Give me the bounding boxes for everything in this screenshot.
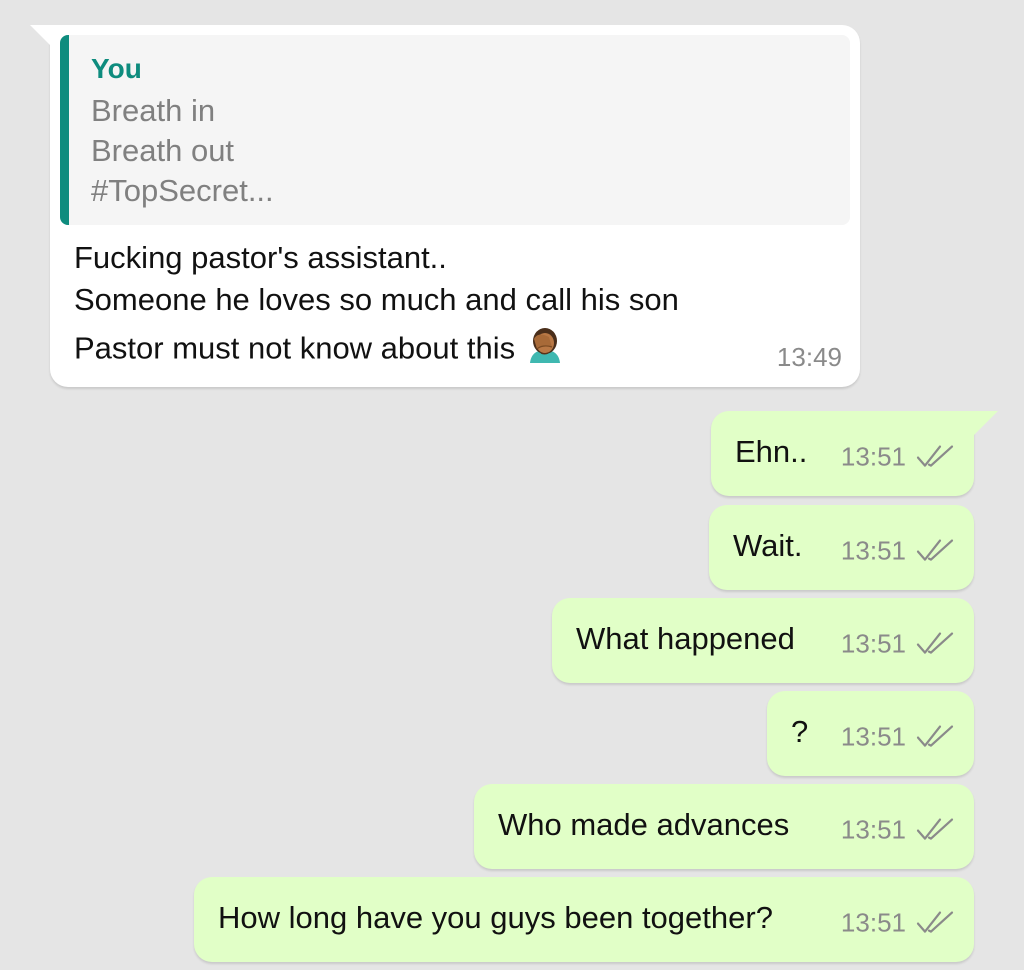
quoted-reply-line: Breath out [91,133,235,168]
message-text: How long have you guys been together? [218,899,773,935]
outgoing-message-bubble[interactable]: Who made advances 13:51 [474,784,974,869]
quoted-reply-author: You [91,53,142,84]
message-text: Wait. [733,527,803,563]
message-text: Who made advances [498,806,790,842]
message-meta: 13:51 [841,721,954,752]
outgoing-message-bubble[interactable]: What happened 13:51 [552,598,974,683]
message-line: Fucking pastor's assistant.. [74,240,447,275]
incoming-message-bubble[interactable]: You Breath in Breath out #TopSecret... F… [30,25,860,387]
double-check-icon [916,817,954,843]
message-line: Someone he loves so much and call his so… [74,282,679,317]
double-check-icon [916,724,954,750]
double-check-icon [916,444,954,470]
message-timestamp: 13:51 [840,628,906,659]
message-text: Fucking pastor's assistant.. Someone he … [74,237,679,367]
message-timestamp: 13:51 [840,441,906,472]
double-check-icon [916,910,954,936]
message-meta: 13:51 [841,814,954,845]
message-meta: 13:51 [841,441,954,472]
message-timestamp: 13:51 [840,907,906,938]
message-text: Ehn.. [735,433,808,469]
outgoing-message-bubble[interactable]: ? 13:51 [767,691,974,776]
outgoing-message-bubble[interactable]: How long have you guys been together? 13… [194,877,974,962]
message-timestamp: 13:51 [840,814,906,845]
quoted-reply-line: Breath in [91,93,216,128]
message-timestamp: 13:49 [776,342,842,372]
message-timestamp: 13:51 [840,721,906,752]
message-timestamp: 13:51 [840,535,906,566]
message-meta: 13:51 [841,628,954,659]
double-check-icon [916,631,954,657]
outgoing-message-bubble[interactable]: Ehn.. 13:51 [711,411,998,496]
outgoing-message-bubble[interactable]: Wait. 13:51 [709,505,974,590]
message-text: What happened [576,620,795,656]
message-text: ? [791,713,809,749]
message-meta: 13:51 [841,907,954,938]
facepalm-icon [525,325,565,376]
bubble-tail [30,25,52,47]
quoted-reply-line: #TopSecret... [91,173,274,208]
message-line-with-emoji: Pastor must not know about this [74,325,679,367]
double-check-icon [916,538,954,564]
quoted-reply[interactable]: You Breath in Breath out #TopSecret... [60,35,850,225]
message-meta: 13:51 [841,535,954,566]
bubble-tail [974,411,998,435]
message-line: Pastor must not know about this [74,330,516,366]
